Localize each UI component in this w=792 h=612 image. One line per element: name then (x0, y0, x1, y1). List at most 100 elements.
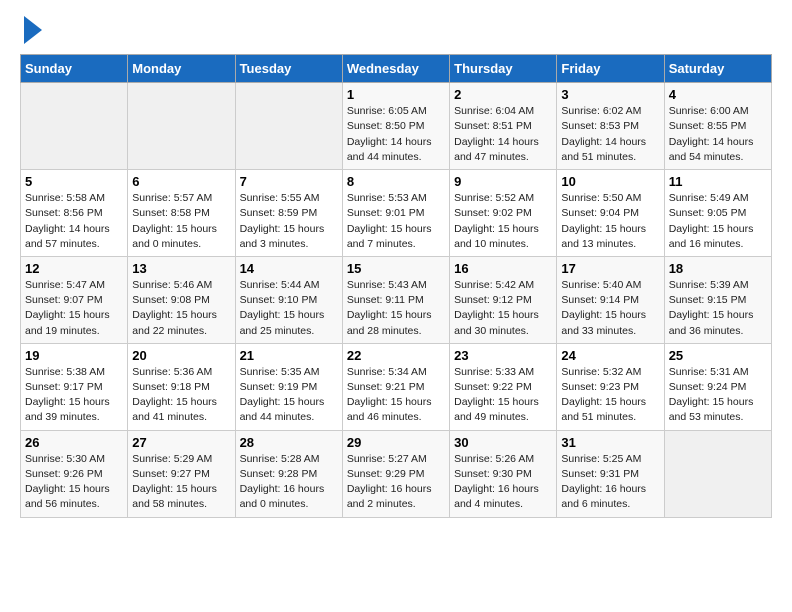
header-tuesday: Tuesday (235, 55, 342, 83)
day-number: 19 (25, 348, 123, 363)
calendar-cell (235, 83, 342, 170)
calendar-cell: 28 Sunrise: 5:28 AMSunset: 9:28 PMDayligh… (235, 430, 342, 517)
day-number: 1 (347, 87, 445, 102)
calendar-cell: 7Sunrise: 5:55 AMSunset: 8:59 PMDaylight… (235, 170, 342, 257)
calendar-cell: 10Sunrise: 5:50 AMSunset: 9:04 PMDayligh… (557, 170, 664, 257)
day-number: 12 (25, 261, 123, 276)
day-info: Sunrise: 5:26 AMSunset: 9:30 PMDaylight:… (454, 452, 552, 513)
calendar-cell: 29 Sunrise: 5:27 AMSunset: 9:29 PMDayligh… (342, 430, 449, 517)
day-info: Sunrise: 5:32 AMSunset: 9:23 PMDaylight:… (561, 365, 659, 426)
calendar-cell: 14 Sunrise: 5:44 AMSunset: 9:10 PMDayligh… (235, 256, 342, 343)
calendar-week-4: 19 Sunrise: 5:38 AMSunset: 9:17 PMDayligh… (21, 343, 772, 430)
calendar-week-1: 1 Sunrise: 6:05 AMSunset: 8:50 PMDaylight… (21, 83, 772, 170)
calendar-cell (128, 83, 235, 170)
logo-arrow-icon (24, 16, 42, 44)
day-number: 24 (561, 348, 659, 363)
day-number: 17 (561, 261, 659, 276)
calendar-cell: 3 Sunrise: 6:02 AMSunset: 8:53 PMDaylight… (557, 83, 664, 170)
calendar-week-3: 12Sunrise: 5:47 AMSunset: 9:07 PMDayligh… (21, 256, 772, 343)
day-info: Sunrise: 5:57 AMSunset: 8:58 PMDaylight:… (132, 191, 230, 252)
day-number: 25 (669, 348, 767, 363)
day-info: Sunrise: 6:00 AMSunset: 8:55 PMDaylight:… (669, 104, 767, 165)
day-info: Sunrise: 6:04 AMSunset: 8:51 PMDaylight:… (454, 104, 552, 165)
day-number: 11 (669, 174, 767, 189)
day-info: Sunrise: 5:35 AMSunset: 9:19 PMDaylight:… (240, 365, 338, 426)
calendar-cell: 27 Sunrise: 5:29 AMSunset: 9:27 PMDayligh… (128, 430, 235, 517)
calendar-cell: 20 Sunrise: 5:36 AMSunset: 9:18 PMDayligh… (128, 343, 235, 430)
day-number: 9 (454, 174, 552, 189)
calendar-week-5: 26 Sunrise: 5:30 AMSunset: 9:26 PMDayligh… (21, 430, 772, 517)
day-number: 6 (132, 174, 230, 189)
page-header (20, 20, 772, 44)
calendar-cell: 15 Sunrise: 5:43 AMSunset: 9:11 PMDayligh… (342, 256, 449, 343)
calendar-cell: 1 Sunrise: 6:05 AMSunset: 8:50 PMDaylight… (342, 83, 449, 170)
day-number: 21 (240, 348, 338, 363)
day-number: 13 (132, 261, 230, 276)
day-number: 15 (347, 261, 445, 276)
calendar-cell: 26 Sunrise: 5:30 AMSunset: 9:26 PMDayligh… (21, 430, 128, 517)
day-info: Sunrise: 5:43 AMSunset: 9:11 PMDaylight:… (347, 278, 445, 339)
day-info: Sunrise: 5:44 AMSunset: 9:10 PMDaylight:… (240, 278, 338, 339)
calendar-week-2: 5 Sunrise: 5:58 AMSunset: 8:56 PMDaylight… (21, 170, 772, 257)
day-info: Sunrise: 5:33 AMSunset: 9:22 PMDaylight:… (454, 365, 552, 426)
day-info: Sunrise: 5:42 AMSunset: 9:12 PMDaylight:… (454, 278, 552, 339)
calendar-cell: 31 Sunrise: 5:25 AMSunset: 9:31 PMDayligh… (557, 430, 664, 517)
calendar-cell: 18Sunrise: 5:39 AMSunset: 9:15 PMDayligh… (664, 256, 771, 343)
day-number: 14 (240, 261, 338, 276)
day-info: Sunrise: 5:38 AMSunset: 9:17 PMDaylight:… (25, 365, 123, 426)
day-info: Sunrise: 5:53 AMSunset: 9:01 PMDaylight:… (347, 191, 445, 252)
calendar-cell: 24 Sunrise: 5:32 AMSunset: 9:23 PMDayligh… (557, 343, 664, 430)
day-info: Sunrise: 6:02 AMSunset: 8:53 PMDaylight:… (561, 104, 659, 165)
day-info: Sunrise: 5:49 AMSunset: 9:05 PMDaylight:… (669, 191, 767, 252)
calendar-cell: 25Sunrise: 5:31 AMSunset: 9:24 PMDayligh… (664, 343, 771, 430)
calendar-cell: 11 Sunrise: 5:49 AMSunset: 9:05 PMDayligh… (664, 170, 771, 257)
calendar-cell (664, 430, 771, 517)
day-number: 23 (454, 348, 552, 363)
day-info: Sunrise: 5:29 AMSunset: 9:27 PMDaylight:… (132, 452, 230, 513)
calendar-cell: 6 Sunrise: 5:57 AMSunset: 8:58 PMDaylight… (128, 170, 235, 257)
day-info: Sunrise: 5:30 AMSunset: 9:26 PMDaylight:… (25, 452, 123, 513)
calendar-table: SundayMondayTuesdayWednesdayThursdayFrid… (20, 54, 772, 517)
day-number: 28 (240, 435, 338, 450)
calendar-cell: 12Sunrise: 5:47 AMSunset: 9:07 PMDayligh… (21, 256, 128, 343)
day-number: 2 (454, 87, 552, 102)
calendar-cell: 5 Sunrise: 5:58 AMSunset: 8:56 PMDaylight… (21, 170, 128, 257)
day-info: Sunrise: 5:55 AMSunset: 8:59 PMDaylight:… (240, 191, 338, 252)
calendar-cell: 22 Sunrise: 5:34 AMSunset: 9:21 PMDayligh… (342, 343, 449, 430)
calendar-header-row: SundayMondayTuesdayWednesdayThursdayFrid… (21, 55, 772, 83)
day-info: Sunrise: 5:52 AMSunset: 9:02 PMDaylight:… (454, 191, 552, 252)
day-info: Sunrise: 5:34 AMSunset: 9:21 PMDaylight:… (347, 365, 445, 426)
day-info: Sunrise: 5:36 AMSunset: 9:18 PMDaylight:… (132, 365, 230, 426)
day-number: 4 (669, 87, 767, 102)
day-number: 31 (561, 435, 659, 450)
day-number: 22 (347, 348, 445, 363)
day-info: Sunrise: 5:28 AMSunset: 9:28 PMDaylight:… (240, 452, 338, 513)
header-wednesday: Wednesday (342, 55, 449, 83)
header-saturday: Saturday (664, 55, 771, 83)
day-info: Sunrise: 5:27 AMSunset: 9:29 PMDaylight:… (347, 452, 445, 513)
day-number: 5 (25, 174, 123, 189)
calendar-cell: 23 Sunrise: 5:33 AMSunset: 9:22 PMDayligh… (450, 343, 557, 430)
day-info: Sunrise: 5:50 AMSunset: 9:04 PMDaylight:… (561, 191, 659, 252)
day-info: Sunrise: 5:58 AMSunset: 8:56 PMDaylight:… (25, 191, 123, 252)
calendar-cell: 16 Sunrise: 5:42 AMSunset: 9:12 PMDayligh… (450, 256, 557, 343)
calendar-cell: 13 Sunrise: 5:46 AMSunset: 9:08 PMDayligh… (128, 256, 235, 343)
day-info: Sunrise: 5:46 AMSunset: 9:08 PMDaylight:… (132, 278, 230, 339)
calendar-cell: 30 Sunrise: 5:26 AMSunset: 9:30 PMDayligh… (450, 430, 557, 517)
calendar-cell: 21 Sunrise: 5:35 AMSunset: 9:19 PMDayligh… (235, 343, 342, 430)
header-sunday: Sunday (21, 55, 128, 83)
day-number: 3 (561, 87, 659, 102)
day-number: 29 (347, 435, 445, 450)
calendar-cell: 8 Sunrise: 5:53 AMSunset: 9:01 PMDaylight… (342, 170, 449, 257)
day-number: 20 (132, 348, 230, 363)
day-number: 16 (454, 261, 552, 276)
day-number: 8 (347, 174, 445, 189)
day-number: 30 (454, 435, 552, 450)
day-number: 27 (132, 435, 230, 450)
day-info: Sunrise: 6:05 AMSunset: 8:50 PMDaylight:… (347, 104, 445, 165)
day-info: Sunrise: 5:25 AMSunset: 9:31 PMDaylight:… (561, 452, 659, 513)
day-info: Sunrise: 5:39 AMSunset: 9:15 PMDaylight:… (669, 278, 767, 339)
header-thursday: Thursday (450, 55, 557, 83)
day-number: 26 (25, 435, 123, 450)
header-monday: Monday (128, 55, 235, 83)
